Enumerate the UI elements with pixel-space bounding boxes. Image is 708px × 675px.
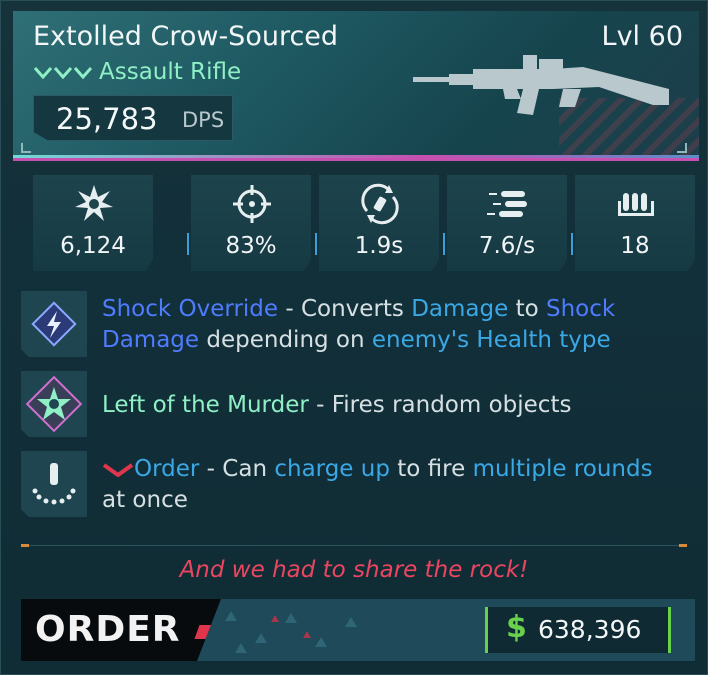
dps-value: 25,783 — [56, 102, 158, 136]
perk-separator: - — [308, 392, 332, 418]
item-level: Lvl 60 — [601, 21, 683, 52]
manufacturer-name: ORDER — [35, 609, 181, 650]
divider-accent — [21, 544, 29, 547]
stat-magazine: 18 — [575, 175, 695, 271]
section-divider — [21, 545, 687, 546]
perk-text: Converts — [300, 296, 412, 322]
shock-element-icon — [31, 301, 77, 347]
flavor-text: And we had to share the rock! — [179, 557, 529, 583]
perk-keyword: Damage — [102, 327, 200, 353]
charge-rounds-icon — [32, 463, 76, 505]
weapon-type: Assault Rifle — [99, 59, 242, 85]
stat-value: 83% — [225, 233, 277, 259]
perk-name: Shock Override — [102, 296, 279, 322]
perk-text: Fires random objects — [331, 392, 572, 418]
magazine-icon — [618, 193, 654, 216]
rarity-chevrons-icon — [33, 67, 93, 80]
stat-value: 1.9s — [354, 233, 404, 259]
damage-burst-icon — [75, 185, 113, 221]
perk-description: Order - Can charge up to fire multiple r… — [102, 454, 692, 516]
stat-fire-rate: 7.6/s — [447, 175, 567, 271]
header-corner-mark — [677, 143, 687, 153]
perk-icon-box — [21, 371, 87, 437]
fire-rate-icon — [487, 191, 527, 217]
footer-triangle-pattern — [225, 611, 357, 653]
divider-accent — [679, 544, 687, 547]
star-badge-icon — [25, 375, 83, 433]
stat-separator — [443, 233, 445, 255]
header-corner-mark — [21, 143, 31, 153]
dps-unit: DPS — [182, 108, 225, 132]
perk-text: Can — [222, 456, 275, 482]
item-header: Extolled Crow-Sourced Lvl 60 Assault Rif… — [13, 11, 699, 161]
manufacturer-logo: ORDER — [21, 599, 221, 661]
currency-icon: $ — [506, 610, 527, 645]
perk-keyword: enemy's Health type — [371, 327, 611, 353]
item-card: Extolled Crow-Sourced Lvl 60 Assault Rif… — [0, 0, 708, 675]
reload-icon — [361, 183, 399, 225]
price-value: 638,396 — [538, 615, 642, 644]
stat-damage: 6,124 — [33, 175, 153, 271]
perk-name: Order — [134, 456, 200, 482]
stat-separator — [315, 233, 317, 255]
stat-value: 6,124 — [60, 233, 126, 259]
perk-separator: - — [199, 456, 223, 482]
item-title: Extolled Crow-Sourced — [33, 21, 339, 52]
dps-box: 25,783 DPS — [33, 95, 233, 141]
perk-keyword: Damage — [411, 296, 509, 322]
perk-text: at once — [102, 487, 188, 513]
perk-description: Shock Override - Converts Damage to Shoc… — [102, 294, 692, 356]
perk-keyword: multiple rounds — [472, 456, 653, 482]
stat-separator — [571, 233, 573, 255]
perk-keyword: charge up — [274, 456, 390, 482]
assault-rifle-icon — [413, 55, 669, 115]
perk-keyword: Shock — [546, 296, 616, 322]
perk-text: to — [508, 296, 546, 322]
stat-value: 7.6/s — [478, 233, 536, 259]
perk-icon-box — [21, 291, 87, 357]
perk-description: Left of the Murder - Fires random object… — [102, 390, 692, 421]
stat-reload: 1.9s — [319, 175, 439, 271]
perk-text: to fire — [389, 456, 473, 482]
crosshair-icon — [233, 185, 271, 223]
stats-row: 6,124 83% 1.9s 7.6/s 18 — [33, 175, 699, 271]
manufacturer-chevron-icon — [102, 462, 134, 477]
perk-text: depending on — [199, 327, 372, 353]
stat-accuracy: 83% — [191, 175, 311, 271]
perk-icon-box — [21, 451, 87, 517]
price-box: $ 638,396 — [485, 607, 671, 653]
stat-separator — [187, 233, 189, 255]
perk-name: Left of the Murder — [102, 392, 309, 418]
perk-separator: - — [278, 296, 301, 322]
item-footer: ORDER $ 638,396 — [21, 599, 695, 661]
stat-value: 18 — [620, 233, 650, 259]
